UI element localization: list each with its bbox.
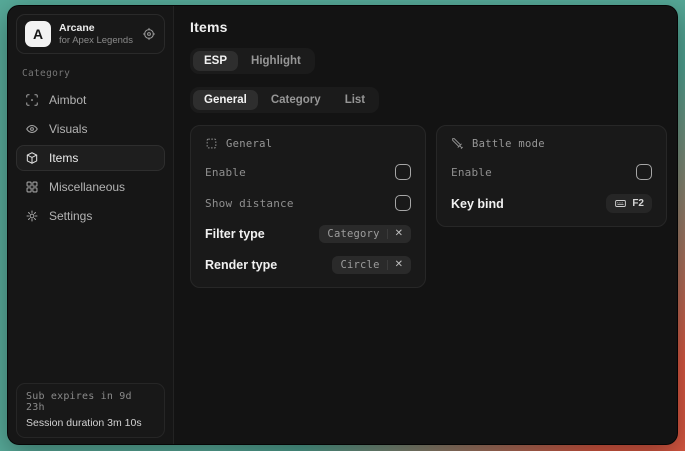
crosshair-icon [25, 93, 39, 107]
session-duration-text: Session duration 3m 10s [26, 417, 155, 429]
app-subtitle: for Apex Legends [59, 35, 133, 46]
app-logo: A [25, 21, 51, 47]
sidebar-item-label: Visuals [49, 122, 87, 136]
setting-row-enable: Enable [205, 163, 411, 181]
sidebar-section-label: Category [22, 68, 159, 79]
panel-general-header: General [205, 137, 411, 150]
panel-title: General [226, 138, 272, 150]
setting-row-render-type: Render type Circle ✕ [205, 256, 411, 274]
sidebar-item-label: Items [49, 151, 78, 165]
tab-general[interactable]: General [193, 90, 258, 110]
target-icon[interactable] [142, 27, 156, 41]
keyboard-icon [614, 197, 627, 210]
sidebar-item-label: Miscellaneous [49, 180, 125, 194]
sidebar-item-label: Aimbot [49, 93, 86, 107]
setting-row-show-distance: Show distance [205, 194, 411, 212]
remove-filter-icon[interactable]: ✕ [387, 229, 403, 239]
grid-icon [25, 180, 39, 194]
mode-tabs: ESP Highlight [190, 48, 315, 74]
sidebar-nav: Aimbot Visuals Items [16, 87, 165, 229]
setting-row-filter-type: Filter type Category ✕ [205, 225, 411, 243]
app-window: A Arcane for Apex Legends Category [7, 5, 678, 445]
sidebar-item-settings[interactable]: Settings [16, 203, 165, 229]
tab-category[interactable]: Category [260, 90, 332, 110]
sword-icon [451, 137, 464, 150]
sidebar: A Arcane for Apex Legends Category [8, 6, 174, 444]
app-name: Arcane [59, 22, 133, 34]
eye-icon [25, 122, 39, 136]
show-distance-checkbox[interactable] [395, 195, 411, 211]
filter-type-select[interactable]: Category ✕ [319, 225, 411, 243]
setting-label: Enable [451, 166, 492, 179]
render-type-select[interactable]: Circle ✕ [332, 256, 411, 274]
tab-highlight[interactable]: Highlight [240, 51, 312, 71]
main-content: Items ESP Highlight General Category Lis… [174, 6, 677, 444]
sidebar-item-label: Settings [49, 209, 92, 223]
package-icon [25, 151, 39, 165]
panel-general: General Enable Show distance Filter type… [190, 125, 426, 288]
sidebar-item-miscellaneous[interactable]: Miscellaneous [16, 174, 165, 200]
panel-battle-header: Battle mode [451, 137, 652, 150]
tab-esp[interactable]: ESP [193, 51, 238, 71]
brand-text: Arcane for Apex Legends [59, 22, 133, 46]
filter-type-value: Category [327, 228, 379, 240]
render-type-value: Circle [340, 259, 379, 271]
setting-label: Render type [205, 258, 277, 272]
panel-title: Battle mode [472, 138, 545, 150]
setting-label: Show distance [205, 197, 294, 210]
box-select-icon [205, 137, 218, 150]
setting-label: Key bind [451, 197, 504, 211]
brand-header: A Arcane for Apex Legends [16, 14, 165, 54]
sidebar-item-items[interactable]: Items [16, 145, 165, 171]
key-bind-value: F2 [632, 198, 644, 209]
sidebar-item-aimbot[interactable]: Aimbot [16, 87, 165, 113]
panels: General Enable Show distance Filter type… [190, 125, 667, 288]
tab-list[interactable]: List [334, 90, 376, 110]
panel-battle-mode: Battle mode Enable Key bind [436, 125, 667, 227]
battle-enable-checkbox[interactable] [636, 164, 652, 180]
gear-icon [25, 209, 39, 223]
sub-tabs: General Category List [190, 87, 379, 113]
subscription-info: Sub expires in 9d 23h Session duration 3… [16, 383, 165, 438]
setting-row-enable: Enable [451, 163, 652, 181]
setting-label: Filter type [205, 227, 265, 241]
sub-expiry-text: Sub expires in 9d 23h [26, 391, 155, 413]
key-bind-button[interactable]: F2 [606, 194, 652, 213]
setting-label: Enable [205, 166, 246, 179]
enable-checkbox[interactable] [395, 164, 411, 180]
remove-render-icon[interactable]: ✕ [387, 260, 403, 270]
sidebar-item-visuals[interactable]: Visuals [16, 116, 165, 142]
setting-row-key-bind: Key bind F2 [451, 194, 652, 213]
page-title: Items [190, 19, 667, 35]
